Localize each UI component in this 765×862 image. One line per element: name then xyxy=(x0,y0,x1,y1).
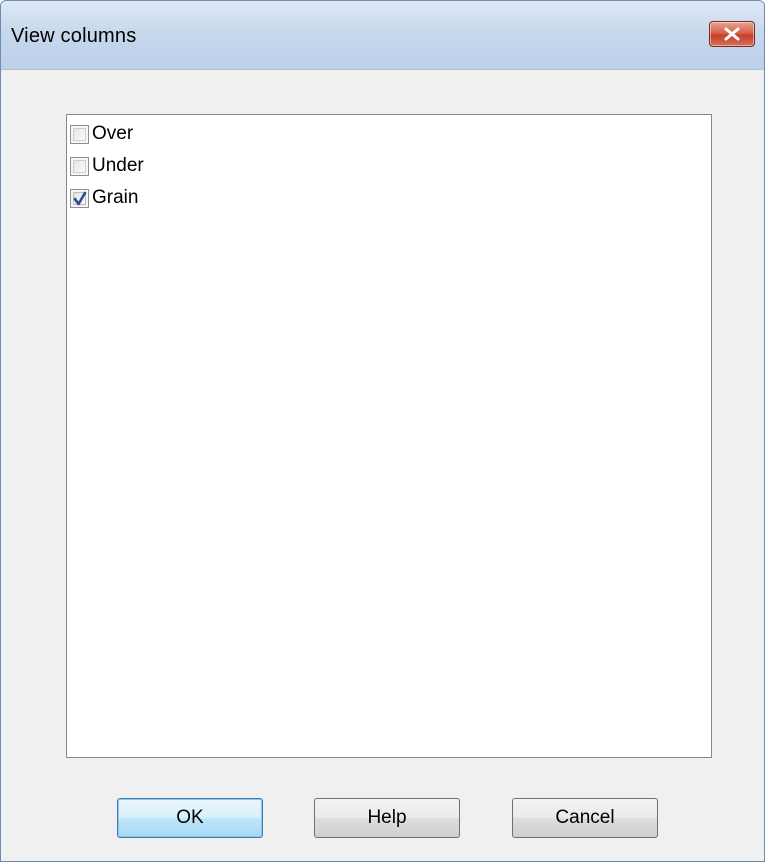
close-button[interactable] xyxy=(709,21,755,47)
grain-label: Grain xyxy=(92,187,139,208)
help-button[interactable]: Help xyxy=(314,798,460,838)
grain-checkbox[interactable] xyxy=(70,188,89,208)
close-x-icon xyxy=(724,27,740,41)
column-item-under[interactable]: Under xyxy=(70,150,144,182)
under-label: Under xyxy=(92,155,144,176)
ok-button[interactable]: OK xyxy=(117,798,263,838)
column-item-over[interactable]: Over xyxy=(70,118,133,150)
title-bar[interactable]: View columns xyxy=(1,1,764,70)
cancel-button[interactable]: Cancel xyxy=(512,798,658,838)
column-item-grain[interactable]: Grain xyxy=(70,182,138,214)
under-checkbox[interactable] xyxy=(70,156,89,176)
check-mark-icon xyxy=(73,191,87,205)
dialog-body: Over Under Grain OK Help Cancel xyxy=(1,70,764,861)
over-label: Over xyxy=(92,123,134,144)
dialog-title: View columns xyxy=(11,25,137,47)
view-columns-dialog: View columns Over Under Grain OK Help Ca… xyxy=(0,0,765,862)
over-checkbox[interactable] xyxy=(70,124,89,144)
columns-listbox[interactable]: Over Under Grain xyxy=(66,114,712,758)
